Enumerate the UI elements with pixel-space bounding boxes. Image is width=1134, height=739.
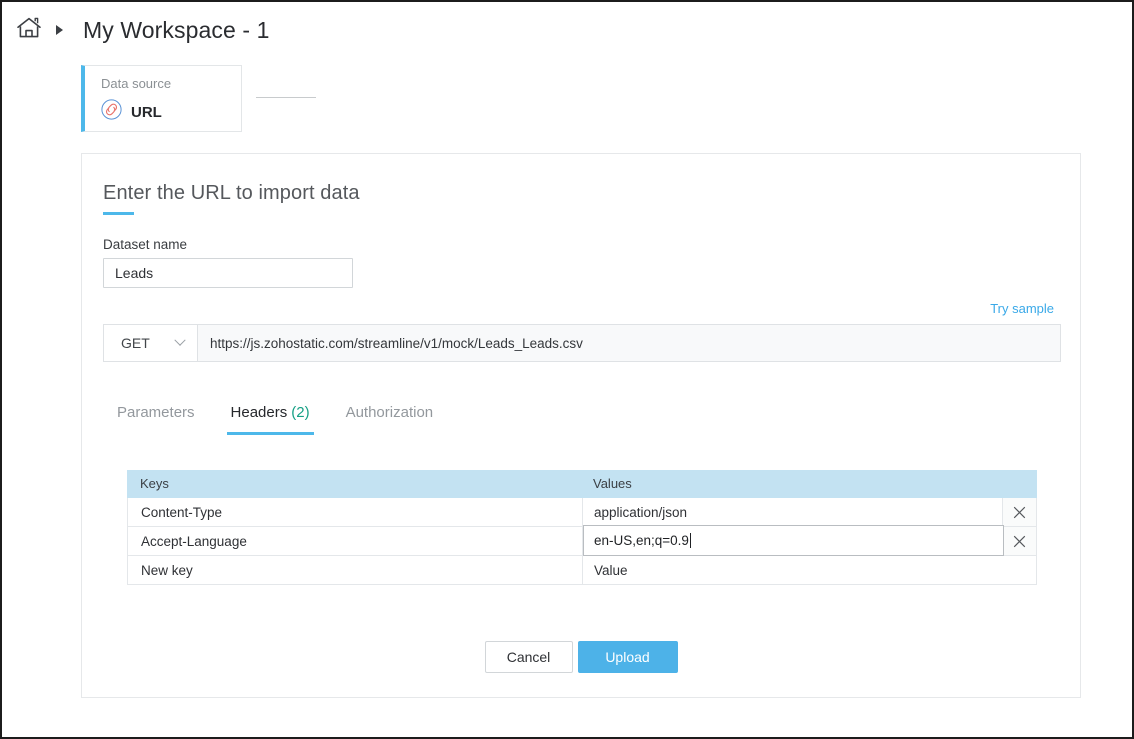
breadcrumb: My Workspace - 1: [16, 10, 270, 50]
link-icon: [101, 99, 122, 125]
text-caret: [689, 533, 691, 548]
close-icon: [1013, 535, 1026, 547]
tab-headers[interactable]: Headers (2): [213, 404, 328, 435]
upload-button[interactable]: Upload: [577, 641, 678, 673]
headers-table: Keys Values Content-Type application/jso…: [127, 470, 1037, 585]
panel-footer: Cancel Upload: [82, 641, 1080, 673]
page-title: My Workspace - 1: [83, 16, 270, 43]
panel-heading: Enter the URL to import data: [103, 182, 360, 204]
data-source-card[interactable]: Data source URL: [81, 65, 242, 132]
new-key-input[interactable]: New key: [128, 556, 583, 584]
dataset-name-input[interactable]: [103, 258, 353, 288]
header-key-cell[interactable]: Content-Type: [128, 498, 583, 526]
tab-parameters-label: Parameters: [117, 404, 195, 421]
tab-parameters[interactable]: Parameters: [103, 404, 213, 435]
caret-right-icon: [56, 25, 63, 35]
dataset-name-label: Dataset name: [103, 237, 188, 252]
step-connector-line: [256, 97, 316, 98]
new-value-input[interactable]: Value: [583, 556, 1036, 584]
column-header-values: Values: [593, 476, 632, 491]
table-row: Content-Type application/json: [127, 498, 1037, 527]
delete-header-button[interactable]: [1002, 498, 1036, 526]
close-icon: [1013, 506, 1026, 518]
table-row-new: New key Value: [127, 556, 1037, 585]
http-method-select[interactable]: GET: [104, 325, 198, 361]
tab-authorization-label: Authorization: [345, 404, 434, 421]
data-source-value-row: URL: [101, 99, 241, 125]
header-value-input[interactable]: en-US,en;q=0.9: [583, 525, 1004, 556]
header-key-cell[interactable]: Accept-Language: [128, 527, 583, 555]
tab-headers-count: (2): [291, 404, 310, 421]
data-source-value: URL: [131, 103, 162, 121]
header-value-cell[interactable]: application/json: [583, 498, 1002, 526]
app-window: My Workspace - 1 Data source URL Enter t…: [0, 0, 1134, 739]
tab-headers-label: Headers: [230, 404, 288, 421]
tab-authorization[interactable]: Authorization: [328, 404, 452, 435]
table-row: Accept-Language en-US,en;q=0.9: [127, 525, 1037, 556]
header-value-input-text: en-US,en;q=0.9: [594, 533, 689, 548]
cancel-button[interactable]: Cancel: [484, 641, 573, 673]
chevron-down-icon: [174, 334, 186, 346]
request-url-row: GET: [103, 324, 1061, 362]
import-panel: Enter the URL to import data Dataset nam…: [81, 153, 1081, 698]
data-source-label: Data source: [101, 76, 172, 91]
request-tabs: Parameters Headers (2) Authorization: [103, 404, 451, 435]
table-header-row: Keys Values: [127, 470, 1037, 498]
heading-underline: [103, 212, 134, 215]
http-method-value: GET: [121, 335, 150, 351]
column-header-keys: Keys: [140, 476, 169, 491]
delete-header-button[interactable]: [1002, 527, 1036, 555]
url-input[interactable]: [198, 325, 1060, 361]
home-icon[interactable]: [16, 16, 42, 45]
try-sample-link[interactable]: Try sample: [990, 301, 1054, 316]
